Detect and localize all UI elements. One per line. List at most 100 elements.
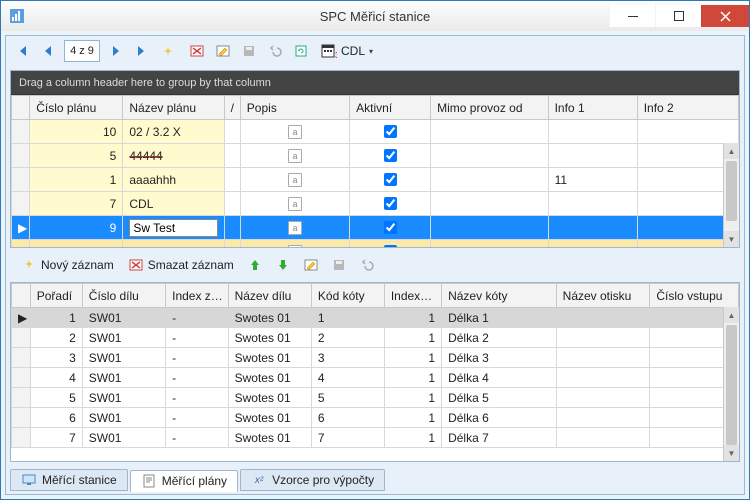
- kota-cell[interactable]: 3: [311, 348, 384, 368]
- refresh-button[interactable]: [289, 39, 313, 63]
- desc-cell[interactable]: a: [240, 216, 349, 240]
- order-cell[interactable]: 3: [30, 348, 82, 368]
- nav-first-button[interactable]: [10, 39, 34, 63]
- zindex-cell[interactable]: -: [166, 328, 228, 348]
- move-down-button[interactable]: [271, 253, 295, 277]
- kota-name-cell[interactable]: Délka 3: [442, 348, 557, 368]
- plan-name-cell-wrap[interactable]: 44444: [123, 144, 224, 168]
- col-plan-name[interactable]: Název plánu: [123, 96, 224, 120]
- info1-cell[interactable]: 11: [548, 168, 637, 192]
- active-cell[interactable]: [350, 144, 431, 168]
- info1-cell[interactable]: [548, 120, 637, 144]
- scroll-up-button[interactable]: ▲: [724, 143, 739, 159]
- table-row[interactable]: ▶1SW01-Swotes 0111Délka 11: [12, 308, 739, 328]
- desc-cell[interactable]: a: [240, 192, 349, 216]
- print-name-cell[interactable]: [556, 388, 650, 408]
- plans-scrollbar[interactable]: ▲ ▼: [723, 143, 739, 247]
- part-no-cell[interactable]: SW01: [82, 328, 165, 348]
- plan-no-cell[interactable]: 3: [30, 240, 123, 248]
- active-cell[interactable]: [350, 216, 431, 240]
- part-name-cell[interactable]: Swotes 01: [228, 408, 311, 428]
- close-button[interactable]: [701, 5, 749, 27]
- plan-name-cell-wrap[interactable]: [123, 216, 224, 240]
- info1-cell[interactable]: [548, 144, 637, 168]
- kota-cell[interactable]: 5: [311, 388, 384, 408]
- out-from-cell[interactable]: [431, 192, 548, 216]
- plan-no-cell[interactable]: 9: [30, 216, 123, 240]
- undo-detail-button[interactable]: [355, 253, 379, 277]
- col-sort[interactable]: /: [224, 96, 240, 120]
- edit-button[interactable]: [211, 39, 235, 63]
- active-cell[interactable]: [350, 120, 431, 144]
- part-name-cell[interactable]: Swotes 01: [228, 428, 311, 448]
- table-row[interactable]: 3SW01-Swotes 0131Délka 33: [12, 348, 739, 368]
- kota-name-cell[interactable]: Délka 5: [442, 388, 557, 408]
- col-desc[interactable]: Popis: [240, 96, 349, 120]
- part-name-cell[interactable]: Swotes 01: [228, 388, 311, 408]
- col-info1[interactable]: Info 1: [548, 96, 637, 120]
- index-cell[interactable]: 1: [384, 388, 441, 408]
- table-row[interactable]: 7CDLa: [12, 192, 739, 216]
- desc-cell[interactable]: a: [240, 168, 349, 192]
- zindex-cell[interactable]: -: [166, 428, 228, 448]
- col-zindex[interactable]: Index z…: [166, 284, 228, 308]
- kota-cell[interactable]: 1: [311, 308, 384, 328]
- nav-last-button[interactable]: [130, 39, 154, 63]
- save-button[interactable]: [237, 39, 261, 63]
- kota-name-cell[interactable]: Délka 2: [442, 328, 557, 348]
- undo-button[interactable]: [263, 39, 287, 63]
- kota-cell[interactable]: 2: [311, 328, 384, 348]
- col-info2[interactable]: Info 2: [637, 96, 738, 120]
- desc-cell[interactable]: a: [240, 120, 349, 144]
- zindex-cell[interactable]: -: [166, 368, 228, 388]
- col-input-no[interactable]: Číslo vstupu: [650, 284, 739, 308]
- nav-next-button[interactable]: [104, 39, 128, 63]
- scroll-thumb[interactable]: [726, 161, 737, 221]
- scroll-up-button[interactable]: ▲: [724, 307, 739, 323]
- kota-name-cell[interactable]: Délka 1: [442, 308, 557, 328]
- tab-formulas[interactable]: x² Vzorce pro výpočty: [240, 469, 385, 491]
- out-from-cell[interactable]: [431, 120, 548, 144]
- zindex-cell[interactable]: -: [166, 388, 228, 408]
- kota-name-cell[interactable]: Délka 7: [442, 428, 557, 448]
- col-part-no[interactable]: Číslo dílu: [82, 284, 165, 308]
- part-name-cell[interactable]: Swotes 01: [228, 368, 311, 388]
- col-index[interactable]: Index…: [384, 284, 441, 308]
- nav-position-box[interactable]: 4 z 9: [64, 40, 100, 62]
- part-no-cell[interactable]: SW01: [82, 348, 165, 368]
- table-row[interactable]: 1002 / 3.2 Xa: [12, 120, 739, 144]
- edit-detail-button[interactable]: [299, 253, 323, 277]
- active-cell[interactable]: [350, 168, 431, 192]
- active-checkbox[interactable]: [384, 221, 397, 234]
- part-no-cell[interactable]: SW01: [82, 408, 165, 428]
- maximize-button[interactable]: [655, 5, 701, 27]
- new-detail-button[interactable]: Nový záznam: [16, 254, 119, 276]
- nav-prev-button[interactable]: [36, 39, 60, 63]
- active-checkbox[interactable]: [384, 149, 397, 162]
- col-part-name[interactable]: Název dílu: [228, 284, 311, 308]
- scroll-thumb[interactable]: [726, 325, 737, 445]
- col-active[interactable]: Aktivní: [350, 96, 431, 120]
- desc-cell[interactable]: a: [240, 240, 349, 248]
- active-checkbox[interactable]: [384, 125, 397, 138]
- active-checkbox[interactable]: [384, 245, 397, 247]
- part-no-cell[interactable]: SW01: [82, 428, 165, 448]
- plan-no-cell[interactable]: 1: [30, 168, 123, 192]
- plan-name-cell-wrap[interactable]: 02 / 3.2 X: [123, 120, 224, 144]
- kota-cell[interactable]: 4: [311, 368, 384, 388]
- scroll-down-button[interactable]: ▼: [724, 231, 739, 247]
- out-from-cell[interactable]: [431, 144, 548, 168]
- kota-name-cell[interactable]: Délka 4: [442, 368, 557, 388]
- table-row[interactable]: 544444a: [12, 144, 739, 168]
- index-cell[interactable]: 1: [384, 368, 441, 388]
- print-name-cell[interactable]: [556, 328, 650, 348]
- table-row[interactable]: 6SW01-Swotes 0161Délka 66: [12, 408, 739, 428]
- plan-no-cell[interactable]: 5: [30, 144, 123, 168]
- part-no-cell[interactable]: SW01: [82, 368, 165, 388]
- delete-detail-button[interactable]: Smazat záznam: [123, 254, 239, 276]
- out-from-cell[interactable]: [431, 216, 548, 240]
- detail-scrollbar[interactable]: ▲ ▼: [723, 307, 739, 461]
- table-row[interactable]: ▶9a: [12, 216, 739, 240]
- order-cell[interactable]: 1: [30, 308, 82, 328]
- table-row[interactable]: 1aaaahhha11: [12, 168, 739, 192]
